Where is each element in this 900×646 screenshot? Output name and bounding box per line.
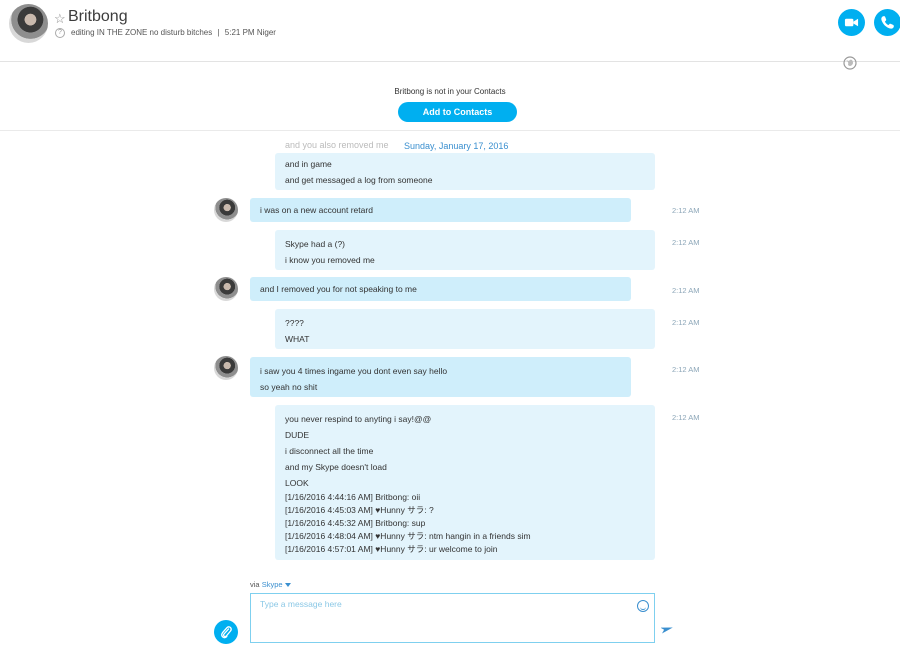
chevron-down-icon[interactable] [284,583,291,588]
avatar[interactable] [214,198,238,222]
local-time: 5:21 PM Niger [224,28,276,37]
message-bubble-incoming[interactable]: i was on a new account retard [250,198,631,222]
message-line: WHAT [285,334,310,344]
message-line: and get messaged a log from someone [285,175,433,185]
chat-log-line: [1/16/2016 4:45:03 AM] ♥Hunny サラ: ? [285,505,434,515]
send-icon[interactable] [661,626,673,636]
chat-history[interactable]: and you also removed me Sunday, January … [0,132,900,560]
conversation-header: ☆ Britbong ? editing IN THE ZONE no dist… [0,0,900,62]
message-timestamp: 2:12 AM [672,318,700,327]
avatar[interactable] [214,277,238,301]
message-bubble-incoming[interactable]: i saw you 4 times ingame you dont even s… [250,357,631,397]
message-line: Skype had a (?) [285,239,346,249]
message-line: so yeah no shit [260,382,318,392]
avatar[interactable] [214,356,238,380]
message-bubble-outgoing[interactable]: ???? WHAT [275,309,655,349]
message-bubble-incoming[interactable]: and I removed you for not speaking to me [250,277,631,301]
paperclip-icon [221,626,232,639]
chat-log-line: [1/16/2016 4:45:32 AM] Britbong: sup [285,518,426,528]
message-timestamp: 2:12 AM [672,238,700,247]
contact-avatar[interactable] [9,4,48,43]
message-bubble-outgoing[interactable]: you never respind to anyting i say!@@ DU… [275,405,655,560]
chat-log-line: [1/16/2016 4:57:01 AM] ♥Hunny サラ: ur wel… [285,544,498,554]
message-line: ???? [285,318,304,328]
message-line: and I removed you for not speaking to me [260,284,417,294]
not-in-contacts-text: Britbong is not in your Contacts [394,87,506,96]
mood-message: editing IN THE ZONE no disturb bitches [71,28,213,37]
add-to-contacts-button[interactable]: Add to Contacts [398,102,517,122]
emoticon-icon[interactable] [637,600,649,612]
message-line: LOOK [285,478,309,488]
message-line: and my Skype doesn't load [285,462,387,472]
video-camera-icon [844,18,859,27]
message-bubble-outgoing[interactable]: and in game and get messaged a log from … [275,153,655,190]
partial-message-text: and you also removed me [285,140,389,150]
date-separator: Sunday, January 17, 2016 [404,141,509,151]
chat-log-line: [1/16/2016 4:44:16 AM] Britbong: oii [285,492,421,502]
message-line: DUDE [285,430,310,440]
via-service-name[interactable]: Skype [262,580,283,589]
message-timestamp: 2:12 AM [672,365,700,374]
contact-name[interactable]: Britbong [68,8,128,26]
message-compose-box[interactable] [250,593,655,643]
chat-log-line: [1/16/2016 4:48:04 AM] ♥Hunny サラ: ntm ha… [285,531,531,541]
star-icon[interactable]: ☆ [54,11,66,27]
message-timestamp: 2:12 AM [672,286,700,295]
via-label: via [250,580,260,589]
message-line: i saw you 4 times ingame you dont even s… [260,366,448,376]
message-line: you never respind to anyting i say!@@ [285,414,432,424]
message-line: i know you removed me [285,255,375,265]
message-line: i disconnect all the time [285,446,374,456]
mood-info-icon: ? [55,28,65,38]
contact-status-line: editing IN THE ZONE no disturb bitches |… [71,28,276,37]
message-input[interactable] [260,599,630,609]
attach-button[interactable] [214,620,238,644]
message-timestamp: 2:12 AM [672,413,700,422]
audio-call-button[interactable] [874,9,900,36]
via-service-selector[interactable]: via Skype [250,580,291,589]
not-in-contacts-banner: Britbong is not in your Contacts Add to … [0,63,900,131]
message-line: i was on a new account retard [260,205,373,215]
message-bubble-outgoing[interactable]: Skype had a (?) i know you removed me [275,230,655,270]
phone-icon [881,16,894,29]
video-call-button[interactable] [838,9,865,36]
message-timestamp: 2:12 AM [672,206,700,215]
separator: | [217,28,220,37]
message-line: and in game [285,159,332,169]
